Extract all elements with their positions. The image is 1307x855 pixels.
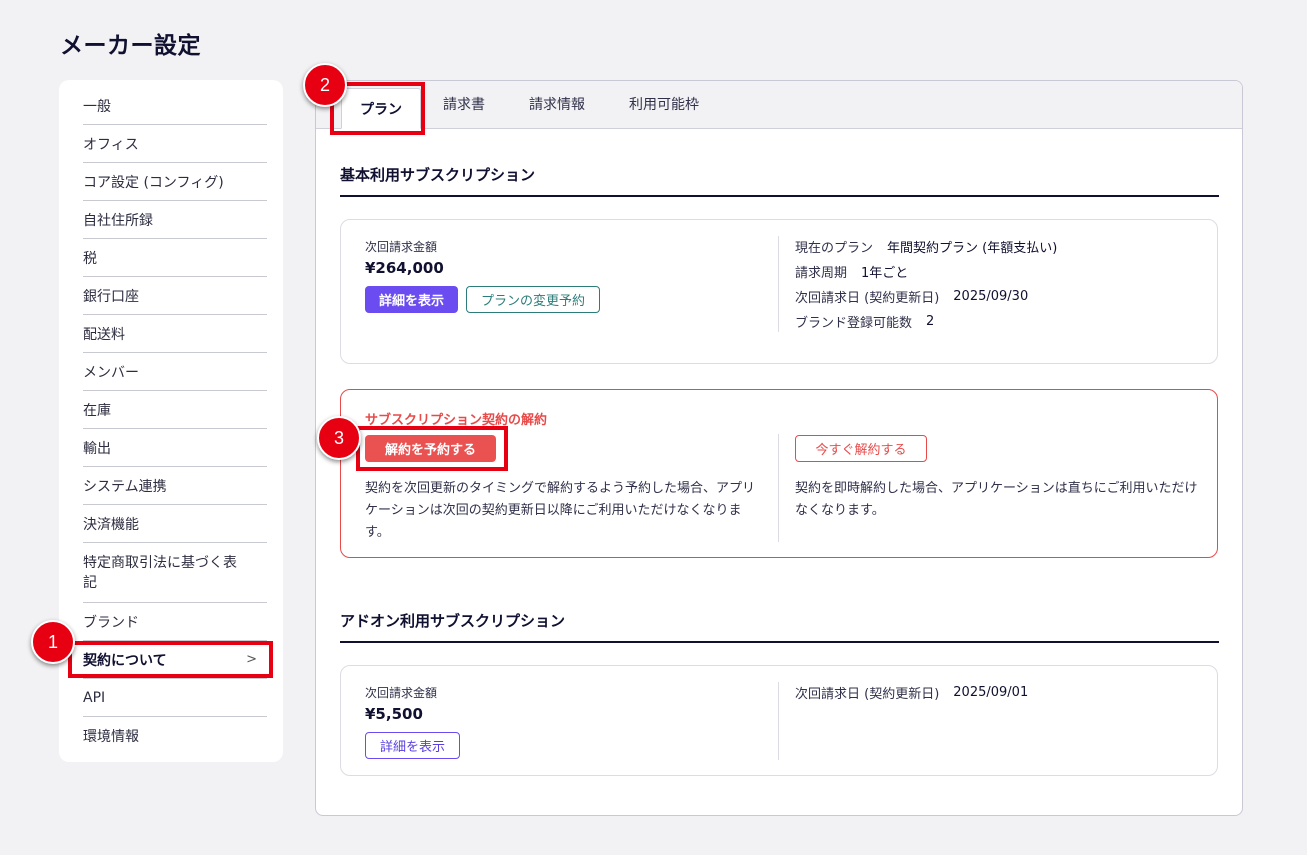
cancel-subscription-card: サブスクリプション契約の解約 解約を予約する 契約を次回更新のタイミングで解約す… (340, 389, 1218, 558)
sidebar-item-general[interactable]: 一般 (83, 87, 267, 125)
info-row-next-date: 次回請求日 (契約更新日) 2025/09/30 (795, 284, 1057, 309)
sidebar-item-label: システム連携 (83, 478, 167, 495)
sidebar-item-core-config[interactable]: コア設定 (コンフィグ) (83, 163, 267, 201)
sidebar-item-commerce-law[interactable]: 特定商取引法に基づく表記 (83, 543, 267, 603)
highlight-box-contract (68, 641, 273, 678)
sidebar-item-label: メンバー (83, 364, 139, 381)
sidebar-item-environment[interactable]: 環境情報 (83, 717, 267, 755)
info-key: 次回請求日 (契約更新日) (795, 687, 940, 702)
sidebar-item-tax[interactable]: 税 (83, 239, 267, 277)
info-value: 2025/09/30 (953, 289, 1029, 304)
info-row-plan: 現在のプラン 年間契約プラン (年額支払い) (795, 234, 1057, 259)
sidebar-item-label: 在庫 (83, 402, 111, 419)
reserve-cancel-description: 契約を次回更新のタイミングで解約するよう予約した場合、アプリケーションは次回の契… (365, 481, 756, 540)
plan-change-button[interactable]: プランの変更予約 (466, 286, 601, 313)
card-divider (778, 434, 779, 542)
info-row-cycle: 請求周期 1年ごと (795, 259, 1057, 284)
info-key: ブランド登録可能数 (795, 316, 913, 331)
cancel-now-button[interactable]: 今すぐ解約する (795, 435, 927, 462)
next-amount-value: ¥264,000 (365, 259, 444, 277)
sidebar-item-label: 特定商取引法に基づく表記 (83, 554, 237, 591)
cancel-now-description: 契約を即時解約した場合、アプリケーションは直ちにご利用いただけなくなります。 (795, 481, 1198, 518)
sidebar-item-api[interactable]: API (83, 679, 267, 717)
addon-show-details-button[interactable]: 詳細を表示 (365, 732, 461, 759)
sidebar-item-payment[interactable]: 決済機能 (83, 505, 267, 543)
sidebar-item-label: ブランド (83, 614, 139, 631)
next-amount-label: 次回請求金額 (365, 240, 438, 254)
step-badge-3: 3 (317, 416, 361, 460)
tab-billing-info[interactable]: 請求情報 (507, 81, 607, 128)
sidebar-item-brand[interactable]: ブランド (83, 603, 267, 641)
info-value: 1年ごと (861, 266, 909, 281)
sidebar-item-members[interactable]: メンバー (83, 353, 267, 391)
step-badge-1: 1 (31, 620, 75, 664)
sidebar-item-inventory[interactable]: 在庫 (83, 391, 267, 429)
info-value: 2 (926, 314, 935, 329)
info-value: 年間契約プラン (年額支払い) (887, 241, 1058, 256)
next-amount-value: ¥5,500 (365, 705, 423, 723)
addon-subscription-title: アドオン利用サブスクリプション (340, 610, 1219, 643)
info-row-brand-count: ブランド登録可能数 2 (795, 309, 1057, 334)
sidebar-item-office[interactable]: オフィス (83, 125, 267, 163)
sidebar-item-integrations[interactable]: システム連携 (83, 467, 267, 505)
sidebar-item-label: 決済機能 (83, 516, 139, 533)
sidebar-item-label: 銀行口座 (83, 288, 139, 305)
info-key: 請求周期 (795, 266, 848, 281)
highlight-box-reserve-cancel (356, 426, 508, 471)
info-key: 次回請求日 (契約更新日) (795, 291, 940, 306)
sidebar-item-address-book[interactable]: 自社住所録 (83, 201, 267, 239)
info-key: 現在のプラン (795, 241, 874, 256)
page-title: メーカー設定 (60, 33, 201, 59)
sidebar-item-label: 自社住所録 (83, 212, 153, 229)
sidebar-item-shipping[interactable]: 配送料 (83, 315, 267, 353)
tab-usage-limit[interactable]: 利用可能枠 (607, 81, 721, 128)
card-divider (778, 236, 779, 332)
basic-subscription-card: 次回請求金額 ¥264,000 詳細を表示 プランの変更予約 現在のプラン 年間契… (340, 219, 1218, 364)
next-amount-label: 次回請求金額 (365, 686, 438, 700)
show-details-button[interactable]: 詳細を表示 (365, 286, 459, 313)
sidebar-item-label: 輸出 (83, 440, 111, 457)
sidebar-item-bank-account[interactable]: 銀行口座 (83, 277, 267, 315)
addon-subscription-card: 次回請求金額 ¥5,500 詳細を表示 次回請求日 (契約更新日) 2025/09… (340, 665, 1218, 776)
sidebar-item-label: 一般 (83, 98, 111, 115)
info-value: 2025/09/01 (953, 685, 1029, 700)
sidebar-item-label: 環境情報 (83, 729, 139, 745)
info-row-addon-next-date: 次回請求日 (契約更新日) 2025/09/01 (795, 680, 1028, 705)
sidebar-item-label: 税 (83, 250, 97, 267)
sidebar-item-label: コア設定 (コンフィグ) (83, 174, 224, 191)
sidebar-item-label: オフィス (83, 136, 139, 153)
basic-subscription-title: 基本利用サブスクリプション (340, 164, 1219, 197)
sidebar-item-label: API (83, 689, 106, 706)
tab-bar: プラン 請求書 請求情報 利用可能枠 (316, 81, 1242, 129)
tab-invoices[interactable]: 請求書 (421, 81, 507, 128)
card-divider (778, 682, 779, 760)
sidebar-item-export[interactable]: 輸出 (83, 429, 267, 467)
step-badge-2: 2 (303, 63, 347, 107)
sidebar-item-label: 配送料 (83, 326, 125, 343)
